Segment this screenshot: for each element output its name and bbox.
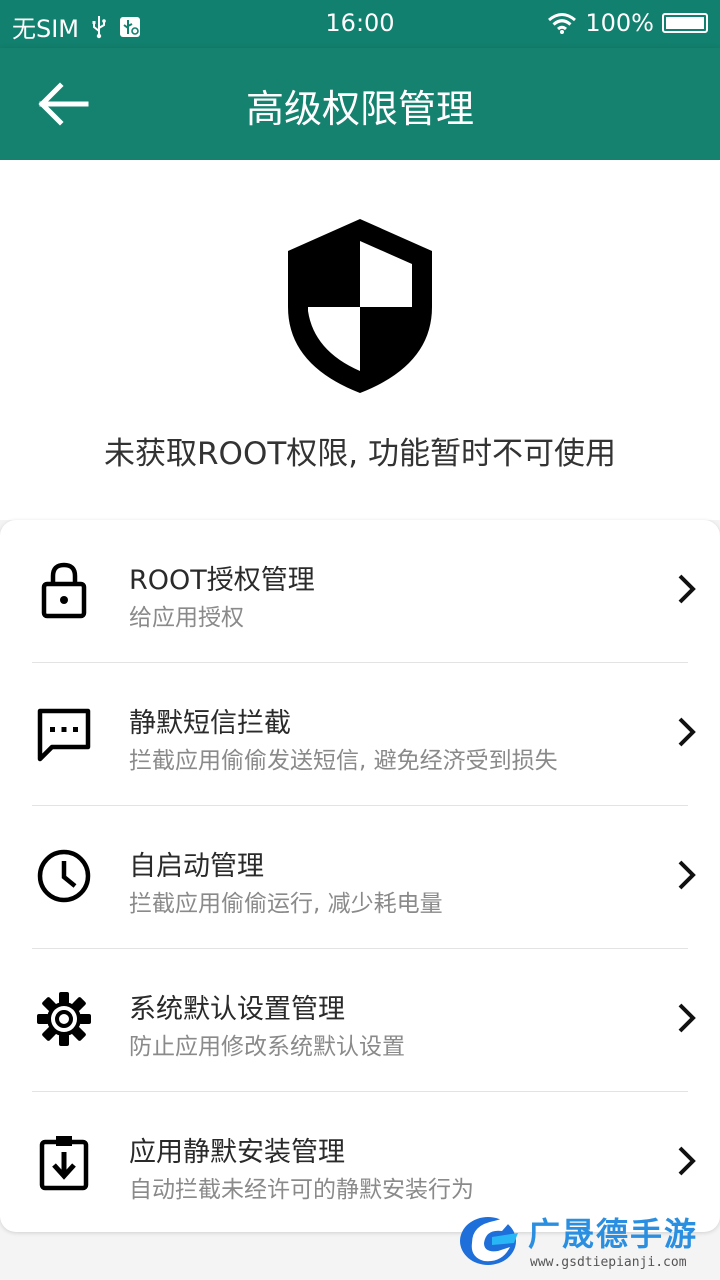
message-icon: [37, 708, 91, 762]
install-icon: [39, 1136, 89, 1191]
app-bar: 高级权限管理: [0, 48, 720, 160]
item-title: 自启动管理: [129, 851, 264, 882]
list-item-autostart[interactable]: 自启动管理 拦截应用偷偷运行, 减少耗电量: [0, 806, 720, 949]
item-title: 应用静默安装管理: [129, 1137, 345, 1168]
item-subtitle: 拦截应用偷偷运行, 减少耗电量: [129, 891, 443, 917]
chevron-right-icon: [678, 717, 696, 747]
item-title: ROOT授权管理: [129, 565, 315, 596]
item-title: 系统默认设置管理: [129, 994, 345, 1025]
list-item-default-settings[interactable]: 系统默认设置管理 防止应用修改系统默认设置: [0, 949, 720, 1092]
chevron-right-icon: [678, 1003, 696, 1033]
chevron-right-icon: [678, 574, 696, 604]
lock-icon: [41, 562, 87, 619]
hero-section: 未获取ROOT权限, 功能暂时不可使用: [0, 160, 720, 520]
root-status-message: 未获取ROOT权限, 功能暂时不可使用: [104, 436, 616, 472]
page-title: 高级权限管理: [245, 87, 474, 131]
battery-fill: [666, 17, 704, 29]
permission-list: ROOT授权管理 给应用授权 静默短信拦截 拦截应用偷偷发送短信, 避免经济受到…: [0, 520, 720, 1232]
item-subtitle: 防止应用修改系统默认设置: [129, 1034, 405, 1060]
item-subtitle: 拦截应用偷偷发送短信, 避免经济受到损失: [129, 748, 558, 774]
item-subtitle: 给应用授权: [129, 605, 244, 631]
chevron-right-icon: [678, 860, 696, 890]
watermark: 广晟德手游 www.gsdtiepianji.com: [458, 1205, 720, 1280]
list-item-silent-sms-block[interactable]: 静默短信拦截 拦截应用偷偷发送短信, 避免经济受到损失: [0, 663, 720, 806]
battery-percent: 100%: [585, 9, 654, 37]
chevron-right-icon: [678, 1146, 696, 1176]
watermark-brand: 广晟德手游: [528, 1215, 699, 1253]
clock-icon: [37, 849, 91, 903]
wifi-icon: [548, 13, 577, 34]
status-bar: 无SIM 16:00 100%: [0, 0, 720, 48]
status-right: 100%: [547, 9, 708, 37]
watermark-logo-icon: [460, 1215, 518, 1265]
battery-icon: [662, 13, 708, 33]
shield-icon: [288, 219, 432, 393]
item-title: 静默短信拦截: [129, 708, 291, 739]
gear-icon: [37, 992, 91, 1046]
item-subtitle: 自动拦截未经许可的静默安装行为: [129, 1177, 474, 1203]
watermark-url: www.gsdtiepianji.com: [530, 1255, 687, 1270]
list-item-root-authorization[interactable]: ROOT授权管理 给应用授权: [0, 520, 720, 663]
